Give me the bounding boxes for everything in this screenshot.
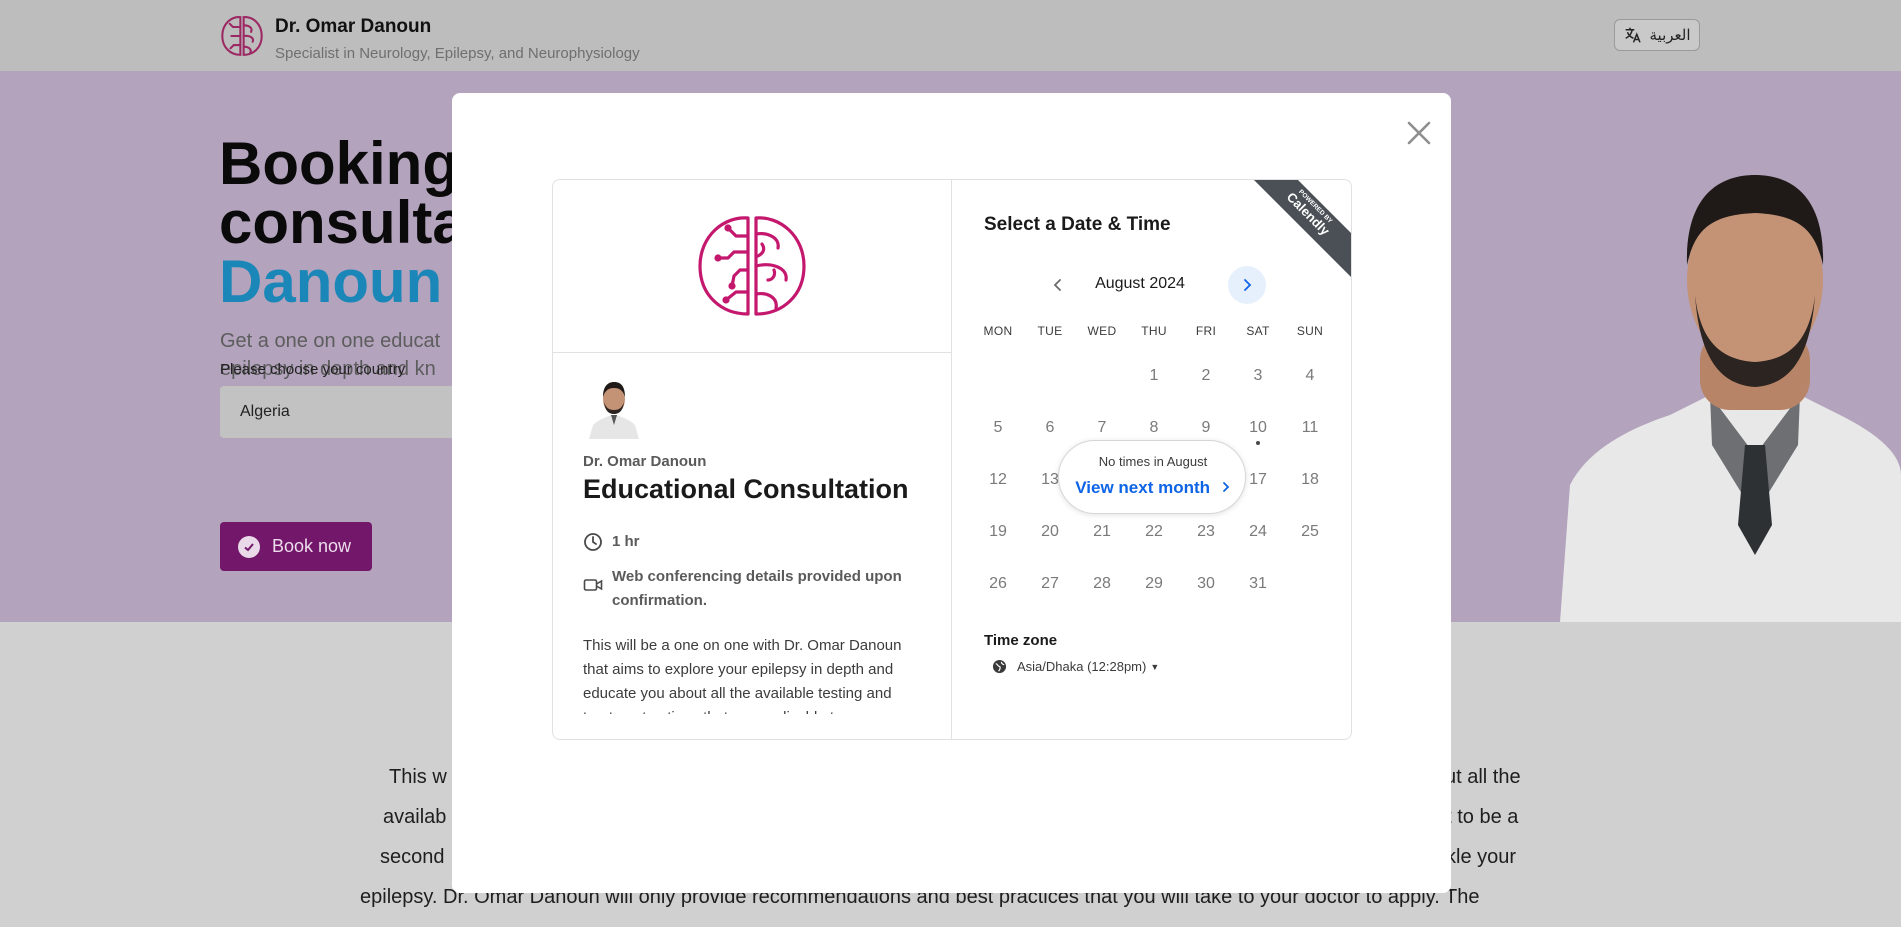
timezone-select[interactable]: Asia/Dhaka (12:28pm) ▼ (992, 659, 1159, 674)
chevron-right-icon (1244, 279, 1252, 291)
calendar-day: 29 (1145, 575, 1163, 592)
calendly-widget: Dr. Omar Danoun Educational Consultation… (552, 179, 1352, 740)
calendar-day: 5 (993, 419, 1003, 436)
current-month-text: August 2024 (1095, 275, 1185, 292)
empty-day-cell (972, 350, 1024, 402)
calendar-day: 18 (1301, 471, 1319, 488)
calendar-day: 11 (1301, 419, 1319, 436)
chevron-down-icon: ▼ (1150, 661, 1160, 672)
weekday-label: FRI (1195, 324, 1217, 338)
body-line: ut all the (1445, 766, 1521, 788)
calendar-day: 27 (1041, 575, 1059, 592)
weekday-label: SUN (1296, 324, 1324, 338)
weekday-header: MON TUE WED THU FRI SAT SUN (972, 324, 1336, 338)
empty-day-cell (1076, 350, 1128, 402)
timezone-value: Asia/Dhaka (12:28pm) (1017, 659, 1147, 674)
brain-logo-icon (698, 216, 806, 316)
no-times-text: No times in August (1098, 454, 1208, 469)
calendar-day: 19 (989, 523, 1007, 540)
view-next-month-label: View next month (1075, 478, 1211, 497)
weekday-label: SAT (1246, 324, 1270, 338)
body-line: This w (389, 766, 447, 788)
globe-icon (992, 659, 1007, 674)
event-description: This will be a one on one with Dr. Omar … (583, 637, 902, 714)
calendar-day: 4 (1305, 367, 1315, 384)
duration-text: 1 hr (612, 533, 640, 550)
duration-row: 1 hr (583, 530, 640, 554)
current-month: August 2024 (952, 275, 1351, 293)
video-camera-icon (583, 579, 603, 591)
close-icon[interactable] (1404, 118, 1434, 148)
timezone-label: Time zone (984, 632, 1058, 649)
select-date-heading: Select a Date & Time (984, 214, 1171, 235)
calendar-day: 1 (1149, 367, 1159, 384)
calendar-day: 30 (1197, 575, 1215, 592)
host-avatar (589, 382, 639, 439)
weekday-label: WED (1087, 324, 1117, 338)
next-month-button[interactable] (1228, 266, 1266, 304)
weekday-label: THU (1141, 324, 1167, 338)
weekday-label: TUE (1037, 324, 1063, 338)
calendar-day: 20 (1041, 523, 1059, 540)
body-line: availab (383, 806, 447, 828)
calendar-day: 3 (1253, 367, 1263, 384)
location-text: Web conferencing details provided upon c… (612, 568, 902, 609)
clock-icon (584, 533, 602, 551)
previous-month-button[interactable] (1042, 269, 1074, 301)
calendar-day: 10 (1232, 402, 1284, 454)
view-next-month-link[interactable]: View next month (1059, 478, 1247, 498)
calendar-day: 31 (1249, 575, 1267, 592)
date-time-pane: Select a Date & Time POWERED BY Calendly… (952, 180, 1351, 739)
body-line: second (380, 846, 445, 868)
location-row: Web conferencing details provided upon c… (583, 565, 923, 613)
calendar-day: 26 (989, 575, 1007, 592)
logo-area (553, 180, 951, 353)
empty-day-cell (1024, 350, 1076, 402)
calendar-day: 25 (1301, 523, 1319, 540)
calendar-day: 2 (1201, 367, 1211, 384)
host-name: Dr. Omar Danoun (583, 453, 707, 470)
event-details-pane: Dr. Omar Danoun Educational Consultation… (553, 180, 952, 739)
calendar-day: 28 (1093, 575, 1111, 592)
weekday-label: MON (983, 324, 1013, 338)
event-title: Educational Consultation (583, 474, 909, 504)
month-navigation: August 2024 (952, 265, 1351, 305)
calendar-day: 6 (1045, 419, 1055, 436)
chevron-right-icon (1222, 482, 1230, 492)
no-times-popup: No times in August View next month (1058, 440, 1246, 514)
calendar-day: 12 (989, 471, 1007, 488)
calendar-day: 24 (1249, 523, 1267, 540)
chevron-left-icon (1053, 279, 1061, 291)
